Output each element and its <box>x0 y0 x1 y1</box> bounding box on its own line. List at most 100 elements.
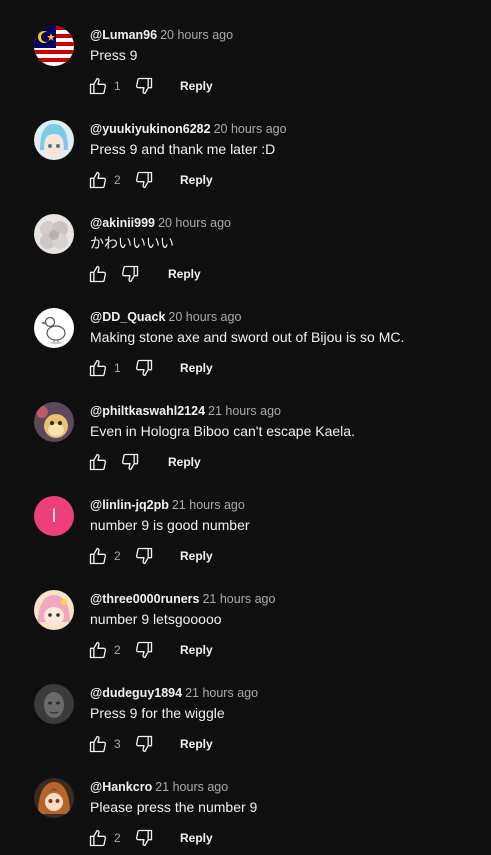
author-name[interactable]: @three0000runers <box>90 592 199 606</box>
dislike-icon[interactable] <box>134 734 154 754</box>
reply-button[interactable]: Reply <box>180 77 213 95</box>
like-icon[interactable] <box>88 170 108 190</box>
comment-text: Press 9 and thank me later :D <box>90 141 276 157</box>
like-count: 2 <box>114 549 121 563</box>
comment-header: @Luman96 20 hours ago <box>90 26 233 44</box>
reply-button[interactable]: Reply <box>168 265 201 283</box>
comment-header: @akinii999 20 hours ago <box>90 214 231 232</box>
author-name[interactable]: @dudeguy1894 <box>90 686 182 700</box>
author-name[interactable]: @Luman96 <box>90 28 157 42</box>
avatar[interactable] <box>34 308 74 348</box>
author-name[interactable]: @Hankcro <box>90 780 152 794</box>
avatar[interactable] <box>34 214 74 254</box>
comment-timestamp[interactable]: 20 hours ago <box>214 122 287 136</box>
comment: @yuukiyukinon6282 20 hours ago Press 9 and… <box>0 120 491 214</box>
like-icon[interactable] <box>88 546 108 566</box>
reply-button[interactable]: Reply <box>180 359 213 377</box>
like-icon[interactable] <box>88 640 108 660</box>
comment: @DD_Quack 20 hours ago Making stone axe an… <box>0 308 491 402</box>
avatar[interactable] <box>34 26 74 66</box>
comment-actions: 2 Reply <box>88 828 248 850</box>
comment: l @linlin-jq2pb 21 hours ago number 9 is go… <box>0 496 491 590</box>
author-name[interactable]: @philtkaswahl2124 <box>90 404 205 418</box>
dislike-icon[interactable] <box>134 546 154 566</box>
like-count: 2 <box>114 173 121 187</box>
comment-actions: 3 Reply <box>88 734 248 756</box>
like-icon[interactable] <box>88 452 108 472</box>
comment-actions: Reply <box>88 264 248 286</box>
comment: @Luman96 20 hours ago Press 9 1 Reply <box>0 26 491 120</box>
comment-timestamp[interactable]: 20 hours ago <box>168 310 241 324</box>
like-count: 3 <box>114 737 121 751</box>
comment-text: Press 9 for the wiggle <box>90 705 225 721</box>
comment-header: @yuukiyukinon6282 20 hours ago <box>90 120 287 138</box>
comment-timestamp[interactable]: 21 hours ago <box>208 404 281 418</box>
comment-header: @dudeguy1894 21 hours ago <box>90 684 258 702</box>
reply-button[interactable]: Reply <box>180 547 213 565</box>
dislike-icon[interactable] <box>120 452 140 472</box>
comment-timestamp[interactable]: 20 hours ago <box>158 216 231 230</box>
comment-actions: 1 Reply <box>88 76 248 98</box>
comments-page: @Luman96 20 hours ago Press 9 1 Reply @yuukiy… <box>0 0 491 855</box>
comment: @Hankcro 21 hours ago Please press the num… <box>0 778 491 855</box>
dislike-icon[interactable] <box>134 76 154 96</box>
like-count: 2 <box>114 831 121 845</box>
comment-header: @Hankcro 21 hours ago <box>90 778 228 796</box>
like-count: 2 <box>114 643 121 657</box>
comment-header: @three0000runers 21 hours ago <box>90 590 275 608</box>
avatar[interactable]: l <box>34 496 74 536</box>
dislike-icon[interactable] <box>134 170 154 190</box>
author-name[interactable]: @akinii999 <box>90 216 155 230</box>
comment-actions: 2 Reply <box>88 546 248 568</box>
comment-text: Even in Hologra Biboo can't escape Kaela… <box>90 423 355 439</box>
comment-text: かわいいいい <box>90 235 174 251</box>
comment-timestamp[interactable]: 21 hours ago <box>155 780 228 794</box>
dislike-icon[interactable] <box>134 828 154 848</box>
comment: @akinii999 20 hours ago かわいいいい Reply <box>0 214 491 308</box>
author-name[interactable]: @linlin-jq2pb <box>90 498 169 512</box>
like-count: 1 <box>114 79 121 93</box>
comment-timestamp[interactable]: 21 hours ago <box>172 498 245 512</box>
comment-text: number 9 letsgooooo <box>90 611 222 627</box>
comment-actions: Reply <box>88 452 248 474</box>
reply-button[interactable]: Reply <box>180 171 213 189</box>
like-icon[interactable] <box>88 828 108 848</box>
partial-like-icon <box>88 0 108 4</box>
reply-button[interactable]: Reply <box>180 641 213 659</box>
comment: @dudeguy1894 21 hours ago Press 9 for the … <box>0 684 491 778</box>
like-icon[interactable] <box>88 76 108 96</box>
svg-text:l: l <box>52 506 56 526</box>
comment-timestamp[interactable]: 20 hours ago <box>160 28 233 42</box>
reply-button[interactable]: Reply <box>180 735 213 753</box>
comment-header: @philtkaswahl2124 21 hours ago <box>90 402 281 420</box>
comment-timestamp[interactable]: 21 hours ago <box>202 592 275 606</box>
reply-button[interactable]: Reply <box>168 453 201 471</box>
comment-text: Making stone axe and sword out of Bijou … <box>90 329 405 345</box>
avatar[interactable] <box>34 778 74 818</box>
dislike-icon[interactable] <box>134 640 154 660</box>
author-name[interactable]: @DD_Quack <box>90 310 165 324</box>
dislike-icon[interactable] <box>120 264 140 284</box>
like-icon[interactable] <box>88 734 108 754</box>
author-name[interactable]: @yuukiyukinon6282 <box>90 122 211 136</box>
avatar[interactable] <box>34 590 74 630</box>
comment-actions: 2 Reply <box>88 170 248 192</box>
comment-actions: 1 Reply <box>88 358 248 380</box>
comment-header: @linlin-jq2pb 21 hours ago <box>90 496 245 514</box>
comment-text: Please press the number 9 <box>90 799 258 815</box>
reply-button[interactable]: Reply <box>180 829 213 847</box>
avatar[interactable] <box>34 684 74 724</box>
comment: @three0000runers 21 hours ago number 9 let… <box>0 590 491 684</box>
like-icon[interactable] <box>88 264 108 284</box>
comment-actions: 2 Reply <box>88 640 248 662</box>
comment-header: @DD_Quack 20 hours ago <box>90 308 241 326</box>
comment-timestamp[interactable]: 21 hours ago <box>185 686 258 700</box>
avatar[interactable] <box>34 402 74 442</box>
dislike-icon[interactable] <box>134 358 154 378</box>
comment-text: number 9 is good number <box>90 517 250 533</box>
like-count: 1 <box>114 361 121 375</box>
like-icon[interactable] <box>88 358 108 378</box>
comment-text: Press 9 <box>90 47 138 63</box>
comment: @philtkaswahl2124 21 hours ago Even in Hol… <box>0 402 491 496</box>
avatar[interactable] <box>34 120 74 160</box>
